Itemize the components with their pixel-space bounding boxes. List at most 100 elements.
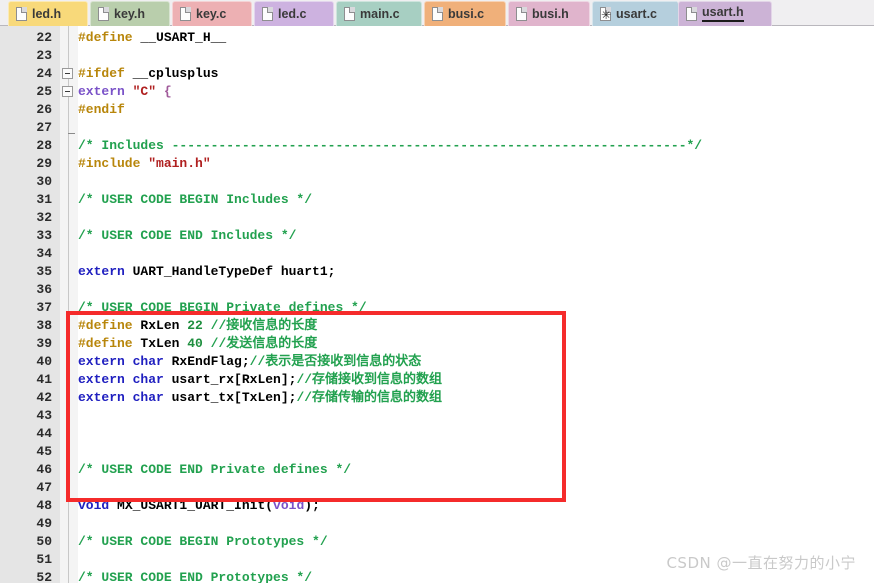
line-number: 50 [36, 534, 52, 549]
code-line[interactable]: 23 [0, 47, 874, 65]
code-token: /* USER CODE END Includes */ [78, 228, 297, 243]
line-number: 29 [36, 156, 52, 171]
code-line[interactable]: 30 [0, 173, 874, 191]
code-token: /* USER CODE BEGIN Prototypes */ [78, 534, 328, 549]
line-number: 35 [36, 264, 52, 279]
editor-tab-key-c[interactable]: key.c [172, 1, 252, 26]
code-token: //发送信息的长度 [210, 336, 318, 351]
code-text: extern char usart_rx[RxLen];//存储接收到信息的数组 [78, 371, 442, 389]
watermark-label: CSDN @一直在努力的小宁 [666, 554, 856, 572]
code-text: /* USER CODE BEGIN Private defines */ [78, 299, 367, 317]
code-line[interactable]: 32 [0, 209, 874, 227]
file-modified-icon: ✳ [600, 7, 611, 21]
code-token: "C" [132, 84, 157, 99]
code-editor-window: led.h key.h key.c led.c main.c busi.c busi.h ✳ u… [0, 0, 874, 583]
editor-tab-led-h[interactable]: led.h [8, 1, 88, 26]
line-number: 39 [36, 336, 52, 351]
code-token: ); [304, 498, 320, 513]
code-line[interactable]: 34 [0, 245, 874, 263]
code-line[interactable]: 22 #define __USART_H__ [0, 29, 874, 47]
code-line[interactable]: 46 /* USER CODE END Private defines */ [0, 461, 874, 479]
code-token: extern char [78, 390, 164, 405]
fold-end-tick [68, 133, 75, 134]
code-token: #endif [78, 102, 125, 117]
code-text: extern "C" { [78, 83, 172, 101]
code-line[interactable]: 44 [0, 425, 874, 443]
code-line[interactable]: 35 extern UART_HandleTypeDef huart1; [0, 263, 874, 281]
code-token: //存储传输的信息的数组 [296, 390, 443, 405]
code-token: #define [78, 336, 141, 351]
code-line[interactable]: 42 extern char usart_tx[TxLen];//存储传输的信息的… [0, 389, 874, 407]
file-icon [516, 7, 527, 21]
line-number: 52 [36, 570, 52, 583]
code-line[interactable]: 24 #ifdef __cplusplus [0, 65, 874, 83]
modified-indicator-icon: ✳ [600, 8, 612, 22]
code-line[interactable]: 38 #define RxLen 22 //接收信息的长度 [0, 317, 874, 335]
editor-tab-main-c[interactable]: main.c [336, 1, 422, 26]
line-number: 40 [36, 354, 52, 369]
editor-tab-busi-c[interactable]: busi.c [424, 1, 506, 26]
line-number: 37 [36, 300, 52, 315]
code-line[interactable]: 47 [0, 479, 874, 497]
code-editor-pane[interactable]: 22 #define __USART_H__ 23 24 #ifdef __cplusp… [0, 26, 874, 583]
line-number: 31 [36, 192, 52, 207]
editor-tab-label: key.c [196, 6, 227, 21]
line-number: 30 [36, 174, 52, 189]
code-line[interactable]: 29 #include "main.h" [0, 155, 874, 173]
code-text: extern UART_HandleTypeDef huart1; [78, 263, 335, 281]
code-line[interactable]: 48 void MX_USART1_UART_Init(void); [0, 497, 874, 515]
line-number: 51 [36, 552, 52, 567]
editor-tab-label: led.c [278, 6, 307, 21]
editor-tab-usart-c[interactable]: ✳ usart.c [592, 1, 686, 26]
code-line[interactable]: 28 /* Includes --------------------------… [0, 137, 874, 155]
code-token: extern [78, 264, 125, 279]
code-line[interactable]: 31 /* USER CODE BEGIN Includes */ [0, 191, 874, 209]
line-number: 28 [36, 138, 52, 153]
code-line[interactable]: 25 extern "C" { [0, 83, 874, 101]
line-number: 45 [36, 444, 52, 459]
code-line[interactable]: 26 #endif [0, 101, 874, 119]
code-token: /* USER CODE BEGIN Private defines */ [78, 300, 367, 315]
code-token: "main.h" [148, 156, 211, 171]
code-line[interactable]: 36 [0, 281, 874, 299]
code-text: /* USER CODE END Includes */ [78, 227, 296, 245]
code-token: extern char [78, 372, 164, 387]
code-token: __USART_H__ [140, 30, 227, 45]
line-number: 25 [36, 84, 52, 99]
file-icon [180, 7, 191, 21]
code-token: 22 [187, 318, 203, 333]
code-line[interactable]: 37 /* USER CODE BEGIN Private defines */ [0, 299, 874, 317]
line-number: 43 [36, 408, 52, 423]
code-line[interactable]: 40 extern char RxEndFlag;//表示是否接收到信息的状态 [0, 353, 874, 371]
line-number: 36 [36, 282, 52, 297]
code-line[interactable]: 49 [0, 515, 874, 533]
code-line[interactable]: 33 /* USER CODE END Includes */ [0, 227, 874, 245]
code-line[interactable]: 45 [0, 443, 874, 461]
fold-toggle-icon[interactable] [62, 68, 73, 79]
file-icon [686, 7, 697, 21]
fold-toggle-icon[interactable] [62, 86, 73, 97]
code-text: void MX_USART1_UART_Init(void); [78, 497, 320, 515]
code-line[interactable]: 41 extern char usart_rx[RxLen];//存储接收到信息的… [0, 371, 874, 389]
editor-tab-busi-h[interactable]: busi.h [508, 1, 590, 26]
line-number: 49 [36, 516, 52, 531]
code-line[interactable]: 39 #define TxLen 40 //发送信息的长度 [0, 335, 874, 353]
code-text: extern char usart_tx[TxLen];//存储传输的信息的数组 [78, 389, 442, 407]
code-text: extern char RxEndFlag;//表示是否接收到信息的状态 [78, 353, 421, 371]
code-text: /* USER CODE BEGIN Includes */ [78, 191, 312, 209]
file-icon [432, 7, 443, 21]
line-number: 26 [36, 102, 52, 117]
code-line[interactable]: 27 [0, 119, 874, 137]
code-token: void [78, 498, 110, 513]
editor-tab-usart-h[interactable]: usart.h [678, 1, 772, 26]
editor-tab-key-h[interactable]: key.h [90, 1, 170, 26]
editor-tab-label: busi.c [448, 6, 485, 21]
code-line[interactable]: 50 /* USER CODE BEGIN Prototypes */ [0, 533, 874, 551]
editor-tab-label: main.c [360, 6, 400, 21]
code-token: UART_HandleTypeDef huart1; [124, 264, 336, 279]
editor-tab-led-c[interactable]: led.c [254, 1, 334, 26]
code-token: #define [78, 318, 141, 333]
code-line[interactable]: 43 [0, 407, 874, 425]
code-token: RxEndFlag; [163, 354, 250, 369]
